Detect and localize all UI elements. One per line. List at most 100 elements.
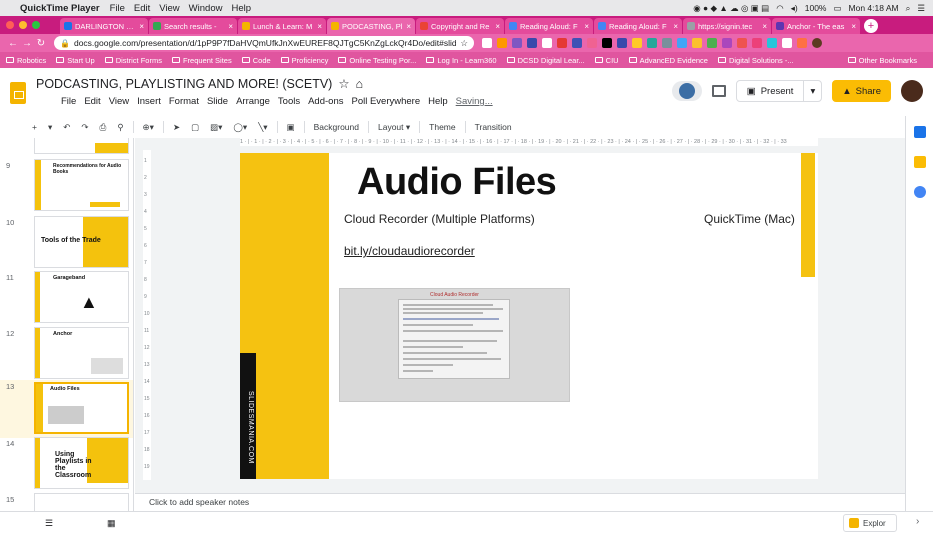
star-icon[interactable]: ☆	[338, 76, 349, 91]
mac-menu-file[interactable]: File	[110, 3, 125, 14]
image-icon[interactable]: ▨▾	[208, 122, 224, 133]
slide-thumbnail[interactable]: Recommendations for Audio Books	[34, 159, 129, 211]
close-tab-icon[interactable]: ×	[139, 22, 144, 31]
layout-button[interactable]: Layout ▾	[376, 122, 412, 133]
mac-menu-help[interactable]: Help	[231, 3, 251, 14]
grid-view-icon[interactable]: ▦	[107, 518, 119, 528]
bookmark-star-icon[interactable]: ☆	[460, 38, 468, 49]
doc-title[interactable]: PODCASTING, PLAYLISTING AND MORE! (SCETV…	[36, 77, 332, 91]
filmstrip-item[interactable]: 12 Anchor	[0, 327, 133, 383]
menu-insert[interactable]: Insert	[137, 96, 161, 107]
current-slide[interactable]: SLIDESMANIA.COM Audio Files Cloud Record…	[240, 153, 818, 479]
lock-icon[interactable]: 🔒	[60, 39, 70, 48]
print-icon[interactable]: ⎙	[98, 122, 109, 133]
filmstrip-item[interactable]	[0, 138, 133, 155]
slide-thumbnail[interactable]	[34, 138, 129, 154]
slide-link[interactable]: bit.ly/cloudaudiorecorder	[344, 244, 475, 258]
browser-tab[interactable]: Search results - ×	[149, 18, 237, 34]
close-tab-icon[interactable]: ×	[762, 22, 767, 31]
close-window-icon[interactable]	[6, 21, 14, 29]
browser-tab[interactable]: Anchor - The eas ×	[772, 18, 860, 34]
comment-history-icon[interactable]	[711, 85, 726, 97]
undo-icon[interactable]: ↶	[61, 122, 72, 133]
zoom-window-icon[interactable]	[32, 21, 40, 29]
new-tab-button[interactable]: +	[864, 19, 878, 33]
menu-tools[interactable]: Tools	[278, 96, 300, 107]
share-button[interactable]: ▲ Share	[832, 80, 891, 102]
address-url[interactable]: docs.google.com/presentation/d/1pP9P7fDa…	[74, 38, 456, 48]
bookmark-item[interactable]: AdvancED Evidence	[628, 56, 708, 65]
extension-icon[interactable]	[587, 38, 597, 48]
menu-view[interactable]: View	[109, 96, 129, 107]
close-tab-icon[interactable]: ×	[317, 22, 322, 31]
present-button[interactable]: ▣ Present ▾	[735, 80, 823, 102]
extension-icon[interactable]	[602, 38, 612, 48]
vertical-ruler[interactable]: 1 2 3 4 5 6 7 8 9 10 11 12 13 14 15 16 17 18 19	[143, 150, 151, 480]
slides-logo-icon[interactable]	[10, 82, 26, 104]
theme-button[interactable]: Theme	[427, 122, 457, 132]
extension-icon[interactable]	[557, 38, 567, 48]
collaborators-avatar[interactable]	[671, 81, 702, 101]
extension-icon[interactable]	[722, 38, 732, 48]
saving-status[interactable]: Saving...	[456, 96, 493, 107]
extension-icon[interactable]	[737, 38, 747, 48]
browser-tab[interactable]: Reading Aloud: F ×	[594, 18, 682, 34]
bookmark-item[interactable]: Robotics	[6, 56, 46, 65]
extension-icon[interactable]	[662, 38, 672, 48]
close-tab-icon[interactable]: ×	[406, 22, 411, 31]
battery-percent[interactable]: 100%	[805, 3, 827, 13]
bookmark-item[interactable]: Proficiency	[280, 56, 328, 65]
present-main[interactable]: ▣ Present	[737, 81, 805, 101]
cloud-recorder-screenshot[interactable]: Cloud Audio Recorder	[339, 288, 570, 402]
extension-icon[interactable]	[512, 38, 522, 48]
profile-avatar[interactable]	[812, 38, 822, 48]
filmstrip-item[interactable]: 14 Using Playlists in the Classroom	[0, 437, 133, 493]
filmstrip-item[interactable]: 10 Tools of the Trade	[0, 216, 133, 272]
background-button[interactable]: Background	[312, 122, 361, 132]
spotlight-icon[interactable]: ⌕	[906, 3, 911, 14]
volume-icon[interactable]: ◂)	[791, 3, 798, 14]
slide-thumbnail[interactable]	[34, 493, 129, 511]
extension-icon[interactable]	[692, 38, 702, 48]
select-cursor-icon[interactable]: ➤	[171, 122, 182, 133]
move-folder-icon[interactable]: ⌂	[356, 77, 364, 91]
menu-format[interactable]: Format	[169, 96, 199, 107]
mac-menu-window[interactable]: Window	[189, 3, 223, 14]
slide-subtitle-left[interactable]: Cloud Recorder (Multiple Platforms)	[344, 212, 535, 226]
zoom-icon[interactable]: ⊕▾	[141, 122, 156, 133]
bookmark-item[interactable]: Frequent Sites	[171, 56, 232, 65]
extension-icon[interactable]	[797, 38, 807, 48]
text-box-icon[interactable]: ▢	[189, 122, 201, 133]
battery-icon[interactable]: ▭	[833, 3, 841, 14]
slide-thumbnail[interactable]: Garageband ▲	[34, 271, 129, 323]
slide-title[interactable]: Audio Files	[357, 161, 557, 204]
chevron-right-icon[interactable]: ›	[916, 516, 919, 527]
menu-add-ons[interactable]: Add-ons	[308, 96, 343, 107]
account-avatar[interactable]	[901, 80, 923, 102]
shape-icon[interactable]: ◯▾	[231, 122, 249, 133]
redo-icon[interactable]: ↷	[79, 122, 90, 133]
slide-filmstrip[interactable]: 9 Recommendations for Audio Books 10 Too…	[0, 138, 134, 511]
extension-icon[interactable]	[527, 38, 537, 48]
speaker-notes[interactable]: Click to add speaker notes	[135, 493, 905, 511]
browser-tab[interactable]: PODCASTING, Pl ×	[327, 18, 415, 34]
extension-icon[interactable]	[542, 38, 552, 48]
browser-tab[interactable]: DARLINGTON CO. ×	[60, 18, 148, 34]
browser-tab[interactable]: Lunch & Learn: M ×	[238, 18, 326, 34]
clock[interactable]: Mon 4:18 AM	[849, 3, 899, 13]
forward-icon[interactable]: →	[20, 38, 34, 49]
bookmark-item[interactable]: Start Up	[56, 56, 95, 65]
horizontal-ruler[interactable]: 1 · | · 1 · | · 2 · | · 3 · | · 4 · | · …	[240, 138, 818, 146]
menu-help[interactable]: Help	[428, 96, 448, 107]
close-tab-icon[interactable]: ×	[673, 22, 678, 31]
bookmark-item[interactable]: Log In - Learn360	[426, 56, 497, 65]
keep-icon[interactable]	[914, 156, 926, 168]
back-icon[interactable]: ←	[6, 38, 20, 49]
chevron-down-icon[interactable]: ▾	[804, 86, 821, 97]
other-bookmarks[interactable]: Other Bookmarks	[847, 56, 917, 65]
close-tab-icon[interactable]: ×	[495, 22, 500, 31]
filmstrip-item[interactable]: 11 Garageband ▲	[0, 271, 133, 327]
menu-arrange[interactable]: Arrange	[236, 96, 270, 107]
bookmark-item[interactable]: CIU	[594, 56, 619, 65]
extension-icon[interactable]	[707, 38, 717, 48]
